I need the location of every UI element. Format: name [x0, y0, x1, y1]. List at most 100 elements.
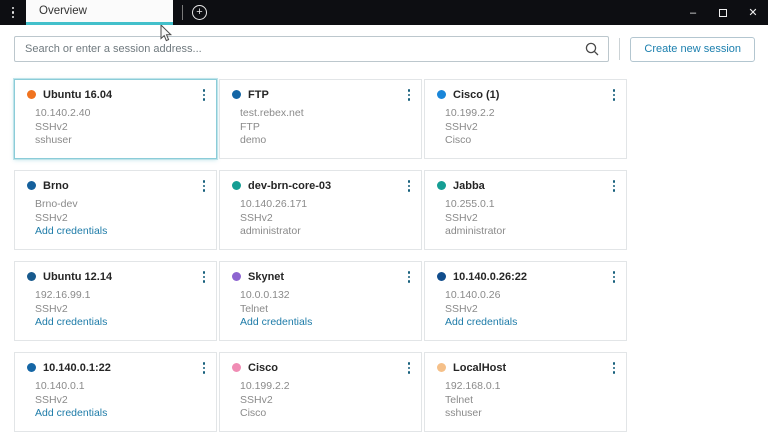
titlebar: Overview + – ✕	[0, 0, 768, 25]
new-tab-button[interactable]: +	[192, 5, 207, 20]
session-card-header: Brno	[27, 179, 209, 193]
session-host: 10.140.0.26	[445, 289, 501, 301]
toolbar-divider	[619, 38, 621, 60]
session-menu-button[interactable]	[199, 361, 210, 375]
session-card[interactable]: dev-brn-core-03 10.140.26.171 SSHv2 admi…	[219, 170, 422, 250]
session-color-dot	[27, 363, 36, 373]
session-menu-button[interactable]	[609, 361, 620, 375]
session-name: 10.140.0.1:22	[43, 361, 111, 374]
maximize-icon	[719, 8, 727, 17]
session-card-header: Cisco (1)	[437, 88, 619, 102]
session-color-dot	[437, 363, 446, 373]
session-host: 192.168.0.1	[445, 380, 501, 392]
session-card-details: 10.199.2.2 SSHv2 Cisco	[240, 380, 413, 421]
session-card[interactable]: LocalHost 192.168.0.1 Telnet sshuser	[424, 352, 627, 432]
session-host: 10.140.26.171	[240, 198, 308, 210]
session-card-header: dev-brn-core-03	[232, 179, 414, 193]
plus-icon: +	[196, 6, 203, 18]
session-card[interactable]: Ubuntu 16.04 10.140.2.40 SSHv2 sshuser	[14, 79, 217, 159]
session-color-dot	[27, 272, 36, 282]
session-name: Cisco (1)	[453, 88, 500, 101]
session-menu-button[interactable]	[609, 270, 620, 284]
session-host: 10.199.2.2	[240, 380, 290, 392]
session-host: test.rebex.net	[240, 107, 304, 119]
kebab-menu-icon	[11, 6, 15, 19]
session-color-dot	[232, 181, 241, 191]
add-credentials-link[interactable]: Add credentials	[35, 316, 208, 330]
session-protocol: SSHv2	[35, 302, 68, 315]
close-button[interactable]: ✕	[738, 0, 768, 25]
session-menu-button[interactable]	[199, 179, 210, 193]
session-menu-button[interactable]	[404, 361, 415, 375]
session-card-header: LocalHost	[437, 361, 619, 375]
session-card-details: 10.140.2.40 SSHv2 sshuser	[35, 107, 208, 148]
window-controls: – ✕	[678, 0, 768, 25]
session-name: Jabba	[453, 179, 485, 192]
session-name: Ubuntu 16.04	[43, 88, 113, 101]
session-name: Skynet	[248, 270, 285, 283]
session-card-header: Cisco	[232, 361, 414, 375]
session-color-dot	[232, 90, 241, 100]
session-menu-button[interactable]	[404, 270, 415, 284]
session-menu-button[interactable]	[404, 88, 415, 102]
session-host: Brno-dev	[35, 198, 78, 210]
session-host: 10.140.2.40	[35, 107, 91, 119]
session-card-details: 192.16.99.1 SSHv2 Add credentials	[35, 289, 208, 330]
session-color-dot	[437, 90, 446, 100]
session-card-details: 10.255.0.1 SSHv2 administrator	[445, 198, 618, 239]
session-protocol: SSHv2	[35, 211, 68, 224]
session-menu-button[interactable]	[609, 88, 620, 102]
session-card-details: 10.140.26.171 SSHv2 administrator	[240, 198, 413, 239]
minimize-icon: –	[689, 6, 697, 19]
add-credentials-link[interactable]: Add credentials	[35, 407, 208, 421]
close-icon: ✕	[748, 7, 758, 19]
session-menu-button[interactable]	[404, 179, 415, 193]
session-name: Ubuntu 12.14	[43, 270, 113, 283]
session-card[interactable]: FTP test.rebex.net FTP demo	[219, 79, 422, 159]
session-name: FTP	[248, 88, 269, 101]
session-card[interactable]: 10.140.0.26:22 10.140.0.26 SSHv2 Add cre…	[424, 261, 627, 341]
session-menu-button[interactable]	[199, 270, 210, 284]
session-username: Cisco	[445, 134, 472, 146]
tab-overview-label: Overview	[39, 5, 87, 17]
search-icon	[586, 42, 599, 56]
add-credentials-link[interactable]: Add credentials	[445, 316, 618, 330]
search-box	[14, 36, 610, 62]
app-menu-button[interactable]	[0, 0, 26, 25]
session-menu-button[interactable]	[199, 88, 210, 102]
session-host: 10.140.0.1	[35, 380, 85, 392]
session-color-dot	[232, 363, 241, 373]
session-protocol: SSHv2	[35, 120, 68, 133]
session-card[interactable]: Cisco (1) 10.199.2.2 SSHv2 Cisco	[424, 79, 627, 159]
tab-overview[interactable]: Overview	[26, 0, 173, 25]
session-protocol: FTP	[240, 120, 260, 133]
session-username: Cisco	[240, 407, 267, 419]
session-protocol: SSHv2	[35, 393, 68, 406]
maximize-button[interactable]	[708, 0, 738, 25]
session-card-details: 10.0.0.132 Telnet Add credentials	[240, 289, 413, 330]
session-username: sshuser	[35, 134, 72, 146]
session-card-header: 10.140.0.1:22	[27, 361, 209, 375]
add-credentials-link[interactable]: Add credentials	[35, 225, 208, 239]
session-card[interactable]: 10.140.0.1:22 10.140.0.1 SSHv2 Add crede…	[14, 352, 217, 432]
session-card-details: 10.140.0.26 SSHv2 Add credentials	[445, 289, 618, 330]
create-new-session-button[interactable]: Create new session	[630, 36, 755, 62]
session-host: 192.16.99.1	[35, 289, 91, 301]
session-menu-button[interactable]	[609, 179, 620, 193]
session-card[interactable]: Skynet 10.0.0.132 Telnet Add credentials	[219, 261, 422, 341]
session-card[interactable]: Jabba 10.255.0.1 SSHv2 administrator	[424, 170, 627, 250]
session-card-details: 192.168.0.1 Telnet sshuser	[445, 380, 618, 421]
minimize-button[interactable]: –	[678, 0, 708, 25]
session-grid: Ubuntu 16.04 10.140.2.40 SSHv2 sshuser F…	[14, 79, 768, 432]
search-input[interactable]	[14, 36, 610, 62]
toolbar: Create new session	[14, 36, 755, 62]
session-protocol: SSHv2	[240, 211, 273, 224]
session-card[interactable]: Ubuntu 12.14 192.16.99.1 SSHv2 Add crede…	[14, 261, 217, 341]
session-username: sshuser	[445, 407, 482, 419]
session-name: 10.140.0.26:22	[453, 270, 528, 283]
session-protocol: Telnet	[240, 302, 269, 315]
session-name: Brno	[43, 179, 69, 192]
session-card[interactable]: Brno Brno-dev SSHv2 Add credentials	[14, 170, 217, 250]
add-credentials-link[interactable]: Add credentials	[240, 316, 413, 330]
session-card[interactable]: Cisco 10.199.2.2 SSHv2 Cisco	[219, 352, 422, 432]
